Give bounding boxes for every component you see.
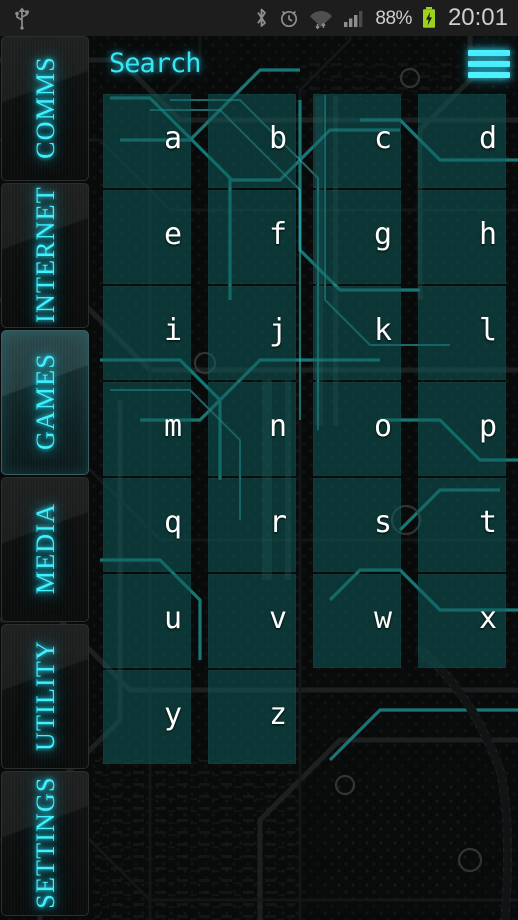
sidebar-item-utility[interactable]: UTILITY	[1, 624, 89, 769]
letter-key-w[interactable]: w	[313, 574, 401, 668]
letter-key-j[interactable]: j	[208, 286, 296, 380]
letter-key-label: y	[163, 697, 182, 732]
letter-key-e[interactable]: e	[103, 190, 191, 284]
status-bar-left	[0, 6, 32, 30]
letter-key-y[interactable]: y	[103, 670, 191, 764]
status-bar-right: 88% 20:01	[254, 6, 518, 30]
letter-key-k[interactable]: k	[313, 286, 401, 380]
sidebar-item-games[interactable]: GAMES	[1, 330, 89, 475]
letter-key-label: w	[373, 601, 392, 636]
sidebar-item-comms[interactable]: COMMS	[1, 36, 89, 181]
letter-key-empty-1	[313, 670, 401, 764]
clock-label: 20:01	[447, 4, 508, 31]
letter-key-label: n	[268, 409, 287, 444]
menu-bar-1	[468, 50, 510, 56]
letter-key-label: x	[478, 601, 497, 636]
bluetooth-icon	[257, 8, 267, 27]
letter-grid: a b c d e f g h i j k l m n o p q r s t …	[103, 94, 515, 804]
letter-key-label: v	[268, 601, 287, 636]
signal-icon	[344, 11, 363, 27]
letter-key-t[interactable]: t	[418, 478, 506, 572]
letter-key-p[interactable]: p	[418, 382, 506, 476]
status-bar: 88% 20:01	[0, 0, 518, 36]
letter-key-label: d	[478, 121, 497, 156]
letter-key-label: t	[478, 505, 497, 540]
letter-key-q[interactable]: q	[103, 478, 191, 572]
letter-key-label: a	[163, 121, 182, 156]
letter-row: u v w x	[103, 574, 515, 669]
sidebar-item-label: COMMS	[31, 56, 60, 159]
sidebar-item-internet[interactable]: INTERNET	[1, 183, 89, 328]
letter-key-l[interactable]: l	[418, 286, 506, 380]
letter-key-label: j	[268, 313, 287, 348]
app-screen: 88% 20:01 COMMS INTERNET GAMES MEDIA UTI…	[0, 0, 518, 920]
alarm-icon	[281, 10, 298, 28]
menu-bar-3	[468, 72, 510, 78]
letter-row: i j k l	[103, 286, 515, 381]
letter-row: q r s t	[103, 478, 515, 573]
letter-key-u[interactable]: u	[103, 574, 191, 668]
letter-key-label: b	[268, 121, 287, 156]
sidebar-item-label: UTILITY	[31, 640, 60, 751]
menu-bar-2	[468, 61, 510, 67]
sidebar-item-label: INTERNET	[31, 186, 60, 323]
letter-key-label: k	[373, 313, 392, 348]
letter-key-label: e	[163, 217, 182, 252]
letter-key-o[interactable]: o	[313, 382, 401, 476]
sidebar-item-label: MEDIA	[31, 502, 60, 595]
letter-row: y z	[103, 670, 515, 765]
sidebar-item-label: GAMES	[31, 353, 60, 451]
sidebar: COMMS INTERNET GAMES MEDIA UTILITY SETTI…	[0, 36, 93, 920]
letter-key-c[interactable]: c	[313, 94, 401, 188]
letter-key-i[interactable]: i	[103, 286, 191, 380]
sidebar-item-settings[interactable]: SETTINGS	[1, 771, 89, 916]
letter-key-label: m	[163, 409, 182, 444]
letter-key-label: i	[163, 313, 182, 348]
letter-key-n[interactable]: n	[208, 382, 296, 476]
letter-key-a[interactable]: a	[103, 94, 191, 188]
letter-key-h[interactable]: h	[418, 190, 506, 284]
letter-key-v[interactable]: v	[208, 574, 296, 668]
hamburger-menu-icon[interactable]	[468, 48, 510, 80]
letter-key-b[interactable]: b	[208, 94, 296, 188]
battery-percent-label: 88%	[375, 7, 412, 29]
letter-key-g[interactable]: g	[313, 190, 401, 284]
letter-row: e f g h	[103, 190, 515, 285]
letter-key-empty-2	[418, 670, 506, 764]
letter-key-r[interactable]: r	[208, 478, 296, 572]
letter-key-label: z	[268, 697, 287, 732]
wifi-icon	[310, 11, 333, 30]
letter-key-d[interactable]: d	[418, 94, 506, 188]
sidebar-item-media[interactable]: MEDIA	[1, 477, 89, 622]
letter-key-label: o	[373, 409, 392, 444]
letter-row: a b c d	[103, 94, 515, 189]
letter-key-label: h	[478, 217, 497, 252]
letter-key-label: f	[268, 217, 287, 252]
app-header: Search	[93, 36, 518, 92]
letter-row: m n o p	[103, 382, 515, 477]
letter-key-label: q	[163, 505, 182, 540]
search-title[interactable]: Search	[109, 48, 202, 79]
letter-key-label: s	[373, 505, 392, 540]
battery-charging-icon	[422, 7, 435, 28]
letter-key-x[interactable]: x	[418, 574, 506, 668]
letter-key-label: r	[268, 505, 287, 540]
content-panel: Search a b c d e f g h i j k l m n o p q…	[93, 36, 518, 920]
letter-key-label: c	[373, 121, 392, 156]
letter-key-f[interactable]: f	[208, 190, 296, 284]
letter-key-s[interactable]: s	[313, 478, 401, 572]
letter-key-label: g	[373, 217, 392, 252]
letter-key-label: u	[163, 601, 182, 636]
usb-icon	[15, 7, 29, 30]
letter-key-label: l	[478, 313, 497, 348]
sidebar-item-label: SETTINGS	[31, 776, 60, 909]
letter-key-m[interactable]: m	[103, 382, 191, 476]
letter-key-label: p	[478, 409, 497, 444]
letter-key-z[interactable]: z	[208, 670, 296, 764]
